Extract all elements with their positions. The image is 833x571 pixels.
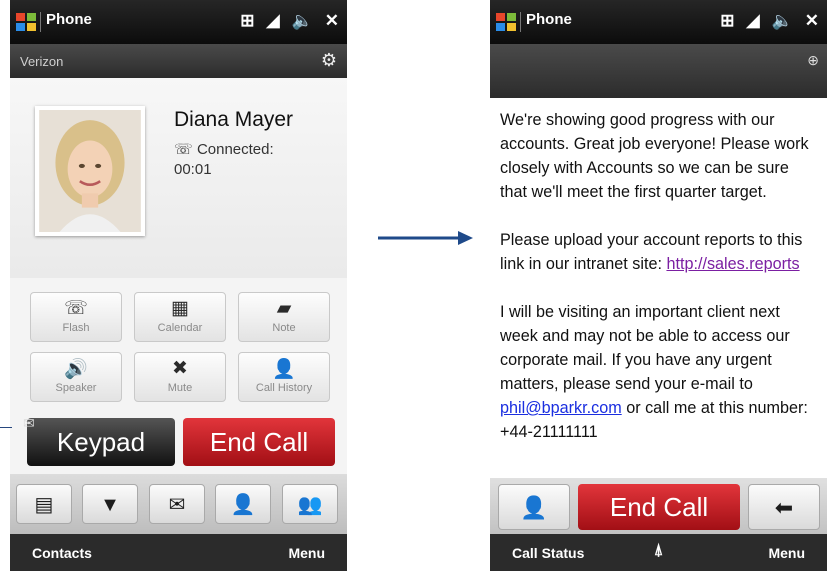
contact-portrait-image (39, 110, 141, 232)
flash-icon: ☏ (64, 298, 88, 319)
network-icon[interactable]: ⊞ (720, 9, 734, 33)
email-link[interactable]: phil@bparkr.com (500, 399, 622, 417)
contact-history-icon[interactable]: 👤 (215, 484, 271, 524)
softkey-bar: Contacts Menu (10, 534, 347, 571)
call-status: ☏ Connected: 00:01 (174, 140, 334, 180)
mute-icon: ✖ (172, 358, 188, 379)
calendar-button[interactable]: ▦ Calendar (134, 292, 226, 342)
softkey-menu[interactable]: Menu (768, 545, 805, 561)
end-call-label: End Call (609, 492, 709, 522)
message-header-bar: ⊕ (490, 44, 827, 98)
softkey-call-status[interactable]: Call Status (512, 545, 584, 561)
note-label: Note (272, 322, 296, 334)
contacts-icon: 👤 (520, 495, 548, 520)
connected-call-icon: ☏ (174, 141, 193, 158)
calendar-icon: ▦ (171, 298, 189, 319)
phone-screen-call: Phone ⊞ ◢ 🔈 ✕ Verizon ⚙ Diana Mayer ☏ Co… (10, 0, 347, 571)
end-call-button[interactable]: End Call (183, 418, 335, 466)
call-duration: 00:01 (174, 161, 212, 178)
back-button[interactable]: ⬅ (748, 484, 820, 530)
title-separator (40, 12, 41, 32)
windows-start-icon[interactable] (494, 10, 518, 34)
mute-label: Mute (167, 382, 193, 394)
flash-button[interactable]: ☏ Flash (30, 292, 122, 342)
message-icon[interactable]: ▼ (82, 484, 138, 524)
message-body[interactable]: We're showing good progress with our acc… (490, 98, 827, 478)
keypad-button[interactable]: ✉ Keypad (23, 416, 175, 466)
call-history-button[interactable]: 👤 Call History (238, 352, 330, 402)
call-settings-icon[interactable]: ⚙ (321, 50, 337, 71)
volume-icon[interactable]: 🔈 (772, 9, 793, 33)
system-tray: ⊞ ◢ 🔈 ✕ (720, 9, 819, 33)
input-panel-icon[interactable]: ⍋ (654, 542, 664, 560)
note-icon: ▰ (276, 298, 292, 319)
contacts-icon[interactable]: 👥 (282, 484, 338, 524)
title-bar: Phone ⊞ ◢ 🔈 ✕ (10, 0, 347, 44)
speaker-label: Speaker (55, 382, 97, 394)
volume-icon[interactable]: 🔈 (292, 9, 313, 33)
call-status-label: Connected: (196, 141, 274, 158)
call-history-label: Call History (255, 382, 313, 394)
mute-button[interactable]: ✖ Mute (134, 352, 226, 402)
phone-number: +44-21111111 (500, 423, 598, 441)
system-tray: ⊞ ◢ 🔈 ✕ (240, 9, 339, 33)
callout-line (0, 427, 12, 428)
signal-icon[interactable]: ◢ (747, 9, 760, 33)
message-paragraph-3: I will be visiting an important client n… (500, 300, 817, 444)
speaker-icon: 🔊 (64, 359, 88, 380)
message-paragraph-2: Please upload your account reports to th… (500, 228, 817, 276)
back-arrow-icon: ⬅ (774, 495, 794, 520)
signal-icon[interactable]: ◢ (267, 9, 280, 33)
contact-photo (35, 106, 145, 236)
quick-dock: ▤ ▼ ✉ 👤 👥 (10, 474, 347, 534)
close-icon[interactable]: ✕ (805, 9, 819, 33)
email-icon[interactable]: ✉ (149, 484, 205, 524)
app-title: Phone (46, 11, 92, 28)
calendar-label: Calendar (157, 322, 203, 334)
intranet-link[interactable]: http://sales.reports (666, 255, 799, 273)
network-icon[interactable]: ⊞ (240, 9, 254, 33)
paragraph-3-text: I will be visiting an important client n… (500, 303, 790, 393)
contact-card: Diana Mayer ☏ Connected: 00:01 (10, 78, 347, 278)
transition-arrow-icon (378, 231, 473, 245)
contacts-button[interactable]: 👤 (498, 484, 570, 530)
windows-start-icon[interactable] (14, 10, 38, 34)
call-action-bar: 👤 End Call ⬅ (490, 478, 827, 534)
carrier-name: Verizon (20, 54, 64, 69)
flash-label: Flash (62, 322, 90, 334)
note-button[interactable]: ▰ Note (238, 292, 330, 342)
paragraph-3-mid-text: or call me at this number: (621, 399, 808, 417)
title-separator (520, 12, 521, 32)
softkey-menu[interactable]: Menu (288, 545, 325, 561)
softkey-contacts[interactable]: Contacts (32, 545, 92, 561)
contact-card-icon[interactable]: ▤ (16, 484, 72, 524)
contact-name: Diana Mayer (174, 108, 294, 131)
carrier-bar: Verizon ⚙ (10, 44, 347, 78)
keypad-label: Keypad (56, 427, 146, 457)
title-bar: Phone ⊞ ◢ 🔈 ✕ (490, 0, 827, 44)
keypad-corner-icon: ✉ (23, 415, 35, 431)
message-paragraph-1: We're showing good progress with our acc… (500, 111, 809, 201)
expand-icon[interactable]: ⊕ (807, 52, 819, 69)
end-call-label: End Call (209, 427, 309, 457)
phone-screen-notes: Phone ⊞ ◢ 🔈 ✕ ⊕ We're showing good progr… (490, 0, 827, 571)
speaker-button[interactable]: 🔊 Speaker (30, 352, 122, 402)
end-call-button[interactable]: End Call (578, 484, 740, 530)
app-title: Phone (526, 11, 572, 28)
softkey-bar: Call Status ⍋ Menu (490, 534, 827, 571)
close-icon[interactable]: ✕ (325, 9, 339, 33)
call-history-icon: 👤 (272, 359, 296, 380)
